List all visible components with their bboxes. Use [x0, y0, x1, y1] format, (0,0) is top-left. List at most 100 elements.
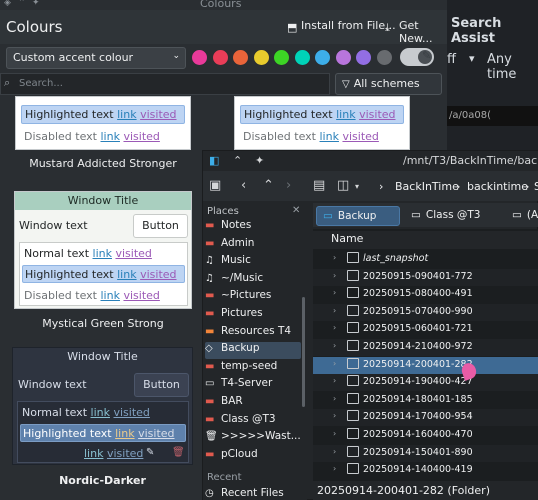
- scheme-card-nordic-darker[interactable]: Window Title Window text Button Normal t…: [12, 347, 193, 465]
- place-item[interactable]: ▬ Resources T4: [205, 325, 301, 342]
- pin-icon[interactable]: ✦: [255, 154, 264, 167]
- file-row[interactable]: › 20250915-070400-990: [313, 303, 538, 321]
- back-icon[interactable]: ‹: [241, 178, 246, 193]
- scheme-card-top-right[interactable]: Highlighted text link visited Disabled t…: [234, 96, 410, 150]
- place-recent-files[interactable]: ◷ Recent Files: [205, 487, 301, 500]
- accent-swatch[interactable]: [315, 50, 330, 65]
- accent-swatch[interactable]: [192, 50, 207, 65]
- breadcrumb-item[interactable]: BackInTime: [395, 180, 459, 193]
- tab-backup[interactable]: ▭ Backup: [316, 206, 400, 226]
- file-row[interactable]: › 20250914-140400-419: [313, 462, 538, 479]
- preview-button: Button: [133, 214, 188, 238]
- place-item[interactable]: ▭ T4-Server: [205, 377, 301, 394]
- tab-all[interactable]: ▭(Al: [506, 206, 538, 226]
- file-name: 20250915-080400-491: [363, 288, 473, 300]
- file-row[interactable]: › last_snapshot: [313, 251, 538, 268]
- expand-chevron-icon[interactable]: ›: [333, 464, 336, 473]
- scheme-card-mustard[interactable]: Highlighted text link visited Disabled t…: [15, 96, 191, 150]
- view-mode-icon[interactable]: ▤: [313, 178, 325, 193]
- file-row[interactable]: › 20250914-170400-954: [313, 409, 538, 427]
- file-row[interactable]: › 20250915-090401-772: [313, 268, 538, 286]
- sidebar-toggle-icon[interactable]: ▣: [209, 178, 221, 193]
- breadcrumb-item[interactable]: S: [534, 180, 538, 193]
- place-item[interactable]: ▬ Class @T3: [205, 413, 301, 430]
- any-time-filter[interactable]: Any time: [487, 52, 538, 82]
- tab-class-t3[interactable]: ▭ Class @T3: [405, 206, 501, 226]
- chevron-down-icon: ⌄: [172, 51, 180, 61]
- place-label: ~/Music: [221, 271, 264, 284]
- accent-swatch[interactable]: [233, 50, 248, 65]
- breadcrumb-item[interactable]: backintime: [467, 180, 528, 193]
- place-item[interactable]: ▬ Pictures: [205, 307, 301, 324]
- trash-icon: 🗑: [205, 431, 218, 443]
- disabled-text-sample: Disabled text link visited: [243, 130, 379, 143]
- place-item[interactable]: ▬ Admin: [205, 237, 301, 254]
- expand-chevron-icon[interactable]: ›: [333, 359, 336, 368]
- place-label: T4-Server: [221, 377, 273, 390]
- place-label: Notes: [221, 219, 252, 231]
- expand-chevron-icon[interactable]: ›: [333, 394, 336, 403]
- accent-swatch[interactable]: [274, 50, 289, 65]
- place-item[interactable]: 🗑 >>>>>Wast...: [205, 430, 301, 447]
- edit-icon[interactable]: ✎: [146, 447, 154, 458]
- accent-swatch[interactable]: [253, 50, 269, 65]
- close-icon[interactable]: ✕: [292, 205, 300, 216]
- preview-view: Normal text link visited Highlighted tex…: [17, 401, 189, 463]
- expand-chevron-icon[interactable]: ›: [333, 376, 336, 385]
- expand-chevron-icon[interactable]: ›: [333, 323, 336, 332]
- accent-colour-combo[interactable]: Custom accent colour ⌄: [6, 47, 186, 69]
- scheme-card-mystical-green[interactable]: Window Title Window text Button Normal t…: [14, 191, 192, 309]
- accent-swatch[interactable]: [212, 50, 228, 65]
- highlighted-text-sample: Highlighted text link visited: [20, 424, 186, 442]
- place-item[interactable]: ▬ ~Pictures: [205, 289, 301, 306]
- place-item[interactable]: ♫ ~/Music: [205, 272, 301, 289]
- folder-red-icon: ▬: [205, 360, 215, 372]
- expand-chevron-icon[interactable]: ›: [333, 253, 336, 262]
- place-item[interactable]: ◇ Backup: [205, 342, 301, 360]
- all-schemes-filter[interactable]: ▽ All schemes: [335, 73, 442, 95]
- expand-chevron-icon[interactable]: ›: [333, 429, 336, 438]
- file-name: 20250914-170400-954: [363, 411, 473, 423]
- place-item[interactable]: ▬ BAR: [205, 395, 301, 412]
- file-row[interactable]: › 20250914-150401-890: [313, 444, 538, 462]
- place-item[interactable]: ♫ Music: [205, 254, 301, 271]
- eyedropper-icon[interactable]: ✎: [422, 49, 431, 62]
- expand-chevron-icon[interactable]: ›: [333, 341, 336, 350]
- keep-above-icon[interactable]: ⌃: [233, 154, 242, 167]
- breadcrumb-separator: ›: [379, 180, 384, 193]
- expand-chevron-icon[interactable]: ›: [333, 306, 336, 315]
- file-row[interactable]: › 20250914-190400-427: [313, 374, 538, 392]
- accent-swatch[interactable]: [376, 50, 392, 65]
- place-item[interactable]: ▬ Notes: [205, 219, 301, 236]
- preview-button: Button: [134, 373, 189, 397]
- place-item[interactable]: ▬ temp-seed: [205, 360, 301, 377]
- expand-chevron-icon[interactable]: ›: [333, 271, 336, 280]
- install-from-file-button[interactable]: Install from File...: [301, 19, 396, 32]
- folder-red-icon: ▬: [205, 237, 215, 249]
- accent-swatch[interactable]: [356, 50, 371, 65]
- expand-chevron-icon[interactable]: ›: [333, 447, 336, 456]
- delete-icon[interactable]: 🗑: [172, 447, 185, 458]
- search-input[interactable]: Search...: [0, 73, 330, 95]
- get-new-button[interactable]: Get New...: [399, 19, 447, 45]
- chevron-down-icon[interactable]: ▾: [355, 182, 359, 191]
- column-header-name[interactable]: Name: [313, 231, 538, 249]
- place-item[interactable]: ▬ pCloud: [205, 448, 301, 465]
- split-view-icon[interactable]: ◫: [337, 178, 349, 193]
- recent-icon: ◷: [205, 488, 214, 499]
- expand-chevron-icon[interactable]: ›: [333, 288, 336, 297]
- pin-icon[interactable]: ✦: [32, 0, 40, 8]
- file-row[interactable]: › 20250914-180401-185: [313, 392, 538, 409]
- up-icon[interactable]: ⌃: [263, 178, 274, 193]
- file-row[interactable]: › 20250914-200401-282: [313, 356, 538, 374]
- keep-above-icon[interactable]: ⌃: [18, 0, 26, 8]
- file-row[interactable]: › 20250915-080400-491: [313, 286, 538, 303]
- file-row[interactable]: › 20250914-160400-470: [313, 427, 538, 444]
- places-scrollbar[interactable]: [302, 297, 305, 407]
- accent-swatch[interactable]: [294, 50, 310, 65]
- expand-chevron-icon[interactable]: ›: [333, 411, 336, 420]
- accent-swatch[interactable]: [335, 50, 351, 65]
- file-row[interactable]: › 20250915-060401-721: [313, 321, 538, 338]
- file-row[interactable]: › 20250914-210400-972: [313, 339, 538, 356]
- forward-icon[interactable]: ›: [286, 178, 291, 193]
